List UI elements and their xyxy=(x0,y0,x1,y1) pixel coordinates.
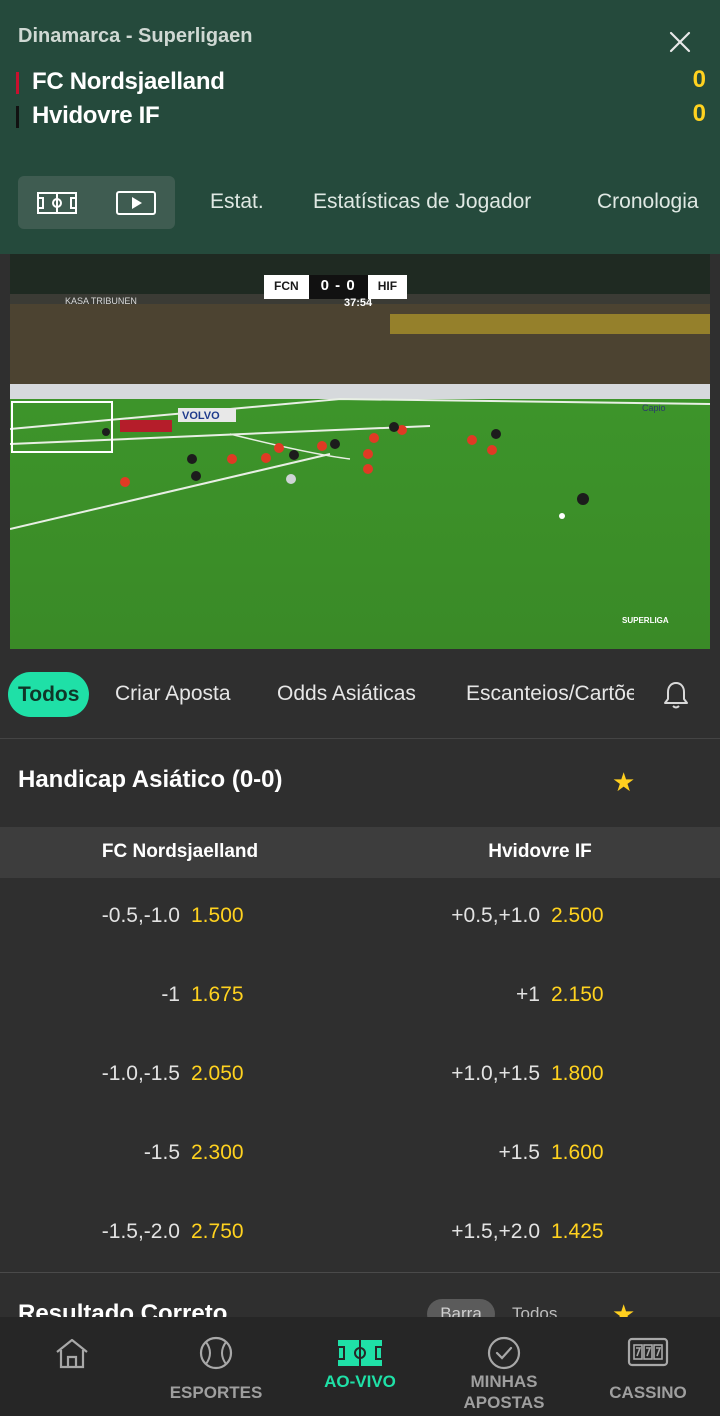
odds-row: -0.5,-1.0 1.500 +0.5,+1.0 2.500 xyxy=(0,904,720,944)
stand-name-text: KASA TRIBUNEN xyxy=(65,296,137,306)
away-handicap: +1.5 xyxy=(498,1141,540,1164)
scorebug-away: HIF xyxy=(367,275,408,299)
away-odds-button[interactable]: 1.600 xyxy=(551,1141,604,1165)
live-video-player[interactable]: VOLVO Capio KASA TRIBUNEN SUPERLIGA FCN … xyxy=(10,254,710,649)
pitch-view-icon[interactable] xyxy=(37,192,77,219)
column-home: FC Nordsjaelland xyxy=(101,841,259,862)
odds-row: -1.5,-2.0 2.750 +1.5,+2.0 1.425 xyxy=(0,1220,720,1260)
away-odds-button[interactable]: 1.425 xyxy=(551,1220,604,1244)
capio-banner-text: Capio xyxy=(642,403,666,413)
favorite-star-icon[interactable]: ★ xyxy=(612,767,635,798)
tab-stats[interactable]: Estat. xyxy=(210,190,264,214)
home-team-color-mark xyxy=(16,72,19,94)
nav-my-bets-label-1: MINHAS xyxy=(470,1372,538,1391)
market-tabs: Todos Criar Aposta Odds Asiáticas Escant… xyxy=(0,649,720,739)
tab-odds-asiaticas[interactable]: Odds Asiáticas xyxy=(277,682,416,706)
team-row-home: FC Nordsjaelland 0 xyxy=(16,66,706,98)
home-odds-button[interactable]: 2.050 xyxy=(191,1062,244,1086)
market-title[interactable]: Handicap Asiático (0-0) xyxy=(18,766,283,794)
market-divider xyxy=(0,1272,720,1273)
away-handicap: +0.5,+1.0 xyxy=(451,904,540,927)
home-handicap: -1.5,-2.0 xyxy=(101,1220,180,1243)
away-handicap: +1 xyxy=(516,983,540,1006)
scorebug-time: 37:54 xyxy=(344,297,373,309)
odds-row: -1.5 2.300 +1.5 1.600 xyxy=(0,1141,720,1181)
home-odds-button[interactable]: 1.500 xyxy=(191,904,244,928)
away-team-name: Hvidovre IF xyxy=(32,102,160,129)
tab-player-stats[interactable]: Estatísticas de Jogador xyxy=(313,190,531,214)
nav-sports-label: ESPORTES xyxy=(169,1383,263,1402)
media-toggle xyxy=(18,176,175,229)
tab-timeline[interactable]: Cronologia xyxy=(597,190,699,214)
team-row-away: Hvidovre IF 0 xyxy=(16,100,706,132)
away-odds-button[interactable]: 2.150 xyxy=(551,983,604,1007)
home-odds-button[interactable]: 2.750 xyxy=(191,1220,244,1244)
video-play-icon[interactable] xyxy=(116,191,156,220)
home-odds-button[interactable]: 2.300 xyxy=(191,1141,244,1165)
superliga-watermark: SUPERLIGA xyxy=(622,616,669,625)
nav-live[interactable]: AO-VIVO xyxy=(288,1317,432,1416)
home-team-score: 0 xyxy=(692,66,706,93)
nav-my-bets[interactable]: MINHAS APOSTAS xyxy=(432,1317,576,1416)
home-team-name: FC Nordsjaelland xyxy=(32,68,225,95)
away-odds-button[interactable]: 2.500 xyxy=(551,904,604,928)
tab-todos[interactable]: Todos xyxy=(8,672,90,717)
odds-row: -1.0,-1.5 2.050 +1.0,+1.5 1.800 xyxy=(0,1062,720,1102)
away-team-color-mark xyxy=(16,106,19,128)
odds-row: -1 1.675 +1 2.150 xyxy=(0,983,720,1023)
volvo-banner-text: VOLVO xyxy=(182,410,220,422)
home-handicap: -1 xyxy=(161,983,180,1006)
tennis-ball-icon xyxy=(144,1335,288,1375)
column-away: Hvidovre IF xyxy=(488,841,592,862)
scorebug-home: FCN xyxy=(264,275,309,299)
home-handicap: -1.5 xyxy=(143,1141,180,1164)
league-title: Dinamarca - Superligaen xyxy=(18,25,253,47)
nav-live-label: AO-VIVO xyxy=(324,1372,396,1391)
slot-machine-icon xyxy=(576,1335,720,1375)
nav-casino[interactable]: CASSINO xyxy=(576,1317,720,1416)
home-handicap: -0.5,-1.0 xyxy=(101,904,180,927)
home-odds-button[interactable]: 1.675 xyxy=(191,983,244,1007)
home-icon xyxy=(0,1335,144,1375)
tab-criar-aposta[interactable]: Criar Aposta xyxy=(115,682,231,706)
tab-escanteios-cartoes[interactable]: Escanteios/Cartões xyxy=(466,682,634,706)
bottom-navigation: ESPORTES AO-VIVO MINHAS APOSTAS CASSINO xyxy=(0,1317,720,1416)
scorebug-score: 0 - 0 xyxy=(308,275,368,299)
match-header: Dinamarca - Superligaen FC Nordsjaelland… xyxy=(0,0,720,254)
pitch-scene-image: VOLVO Capio KASA TRIBUNEN SUPERLIGA xyxy=(10,254,710,649)
away-team-score: 0 xyxy=(692,100,706,127)
bell-icon[interactable] xyxy=(662,680,690,715)
checkmark-circle-icon xyxy=(432,1335,576,1375)
nav-casino-label: CASSINO xyxy=(609,1383,687,1402)
nav-sports[interactable]: ESPORTES xyxy=(144,1317,288,1416)
nav-home[interactable] xyxy=(0,1317,144,1416)
tv-scorebug: FCN 0 - 0 HIF xyxy=(264,274,408,300)
home-handicap: -1.0,-1.5 xyxy=(101,1062,180,1085)
nav-my-bets-label-2: APOSTAS xyxy=(463,1393,545,1412)
away-odds-button[interactable]: 1.800 xyxy=(551,1062,604,1086)
close-icon[interactable] xyxy=(664,26,696,58)
market-column-header: FC Nordsjaelland Hvidovre IF xyxy=(0,827,720,878)
away-handicap: +1.0,+1.5 xyxy=(451,1062,540,1085)
away-handicap: +1.5,+2.0 xyxy=(451,1220,540,1243)
